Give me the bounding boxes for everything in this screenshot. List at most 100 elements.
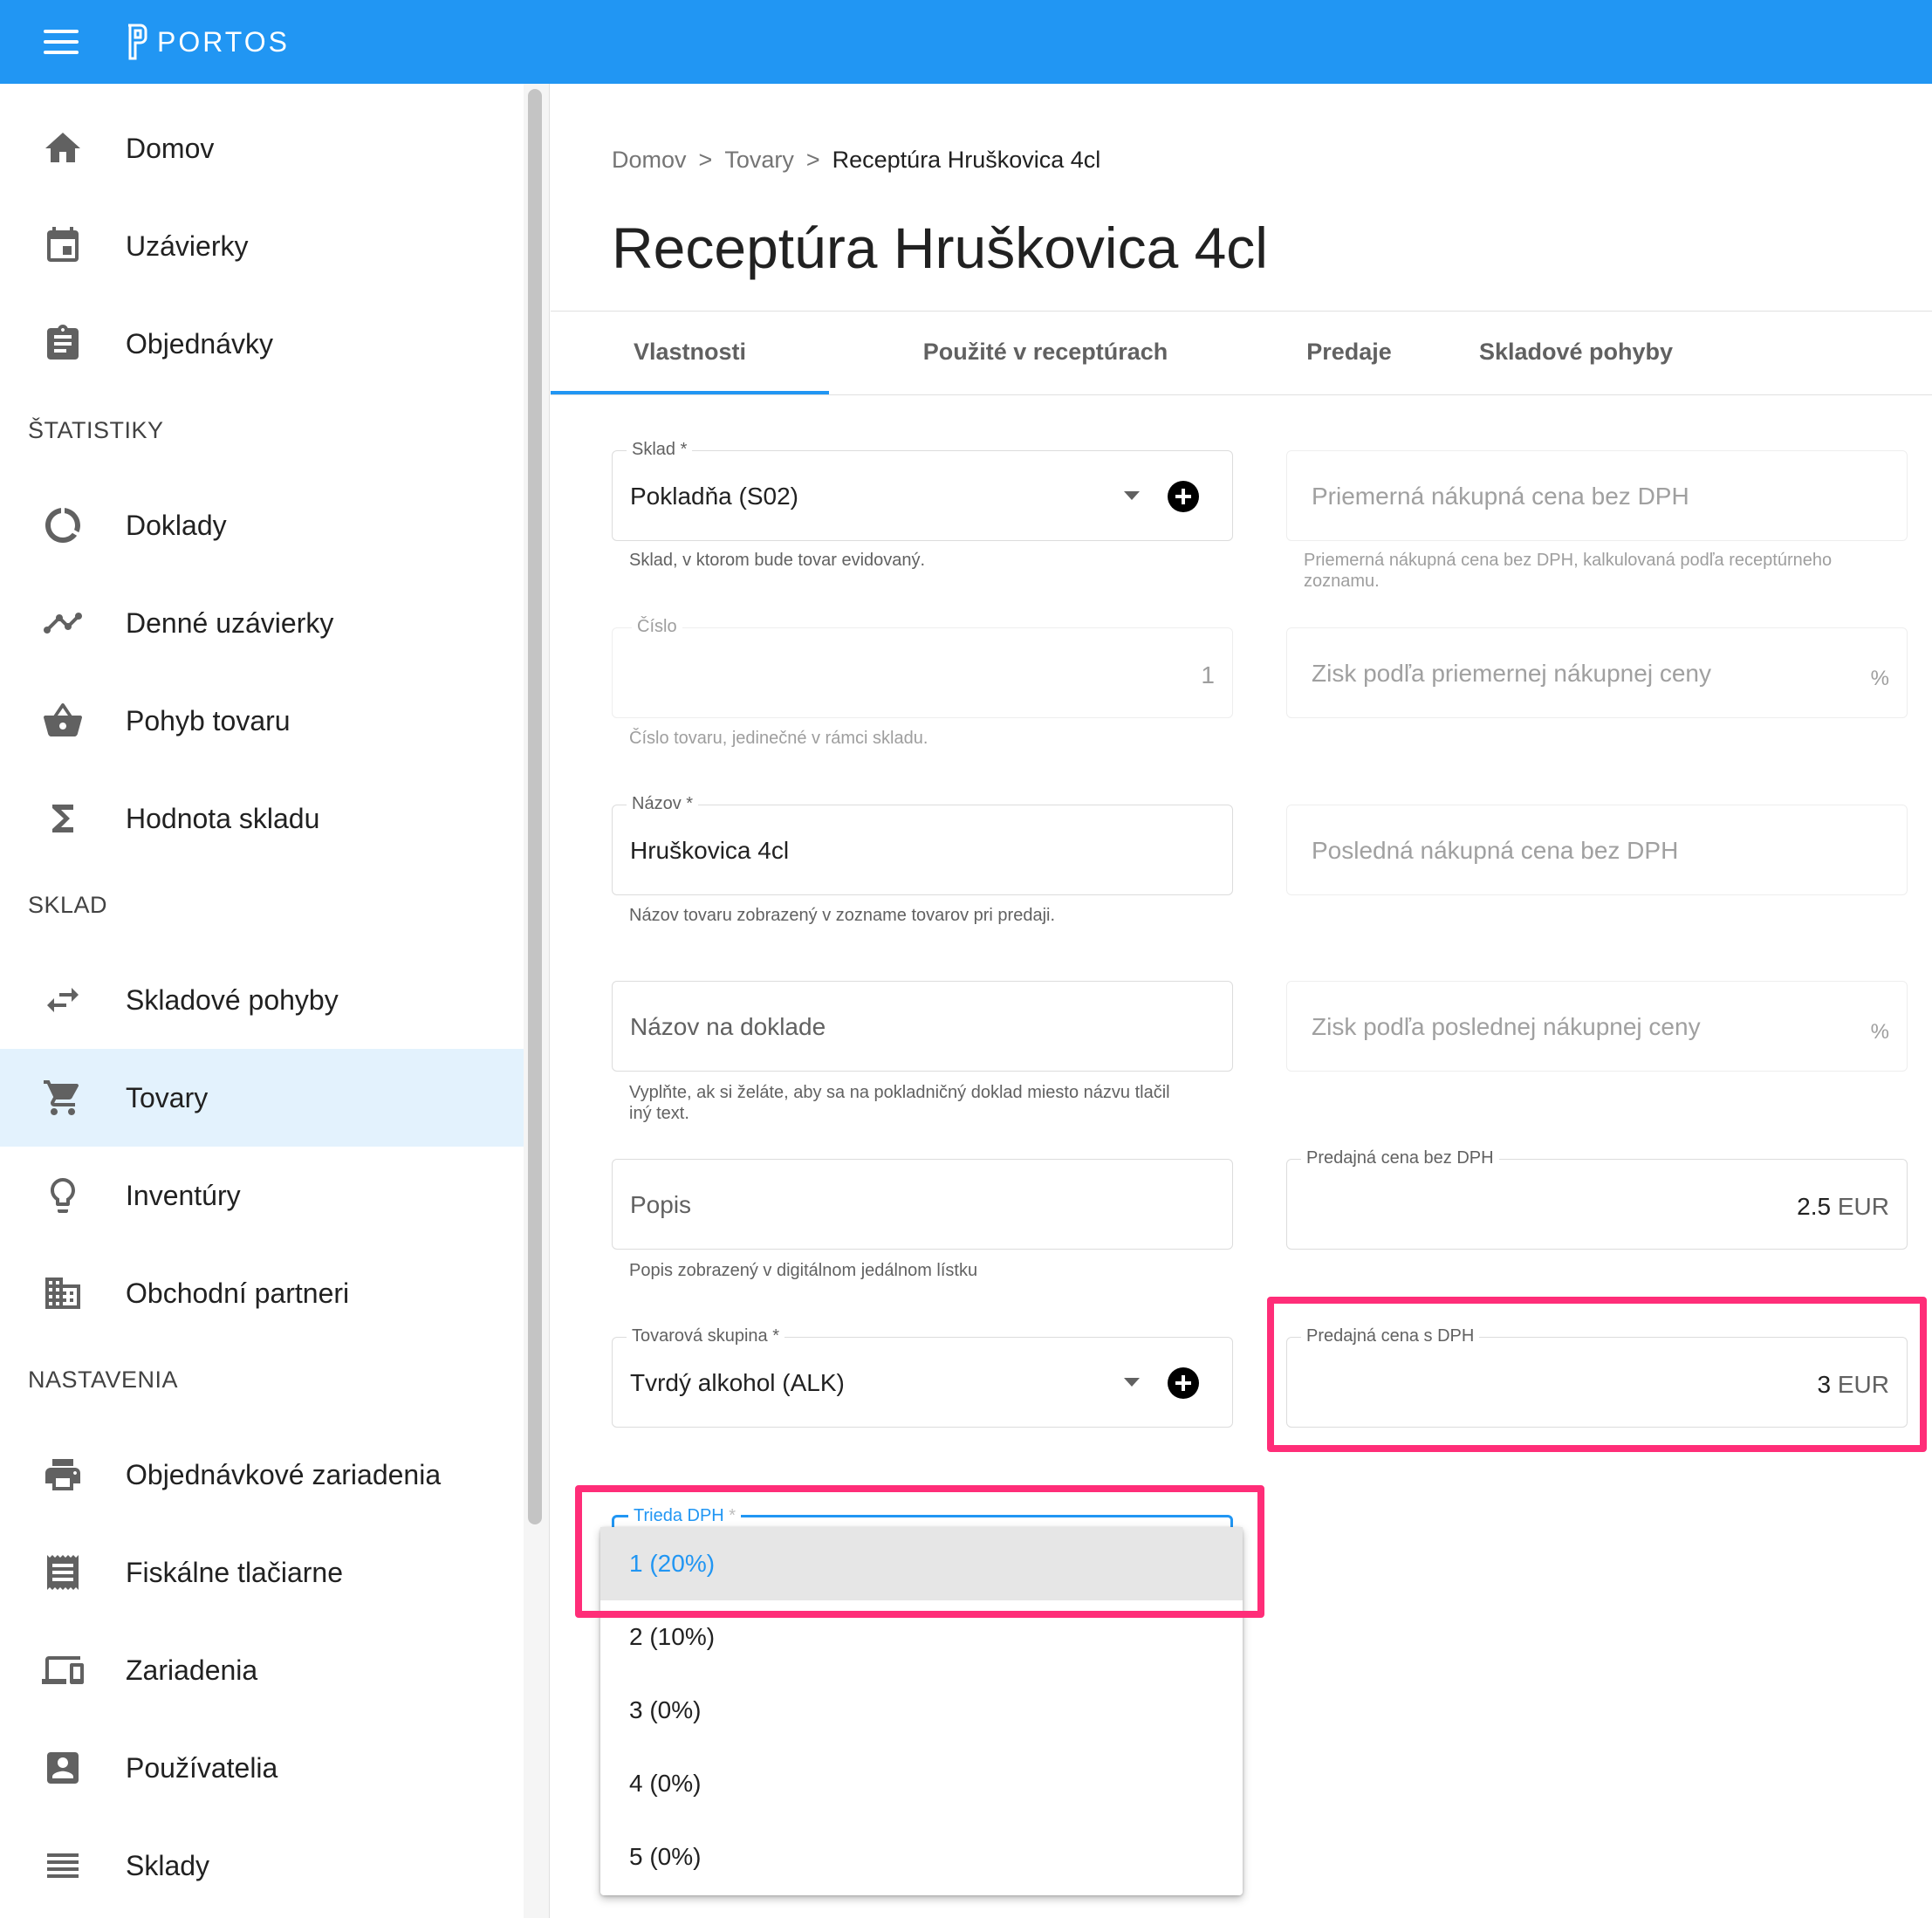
sidebar-item-label: Tovary bbox=[126, 1081, 209, 1113]
sidebar-item-inventury[interactable]: Inventúry bbox=[0, 1147, 524, 1244]
receipt-icon bbox=[42, 1552, 84, 1593]
nazov-input[interactable]: Názov * Hruškovica 4cl bbox=[612, 794, 1233, 895]
home-icon bbox=[42, 127, 84, 169]
breadcrumb-current: Receptúra Hruškovica 4cl bbox=[832, 147, 1101, 173]
vat-option-5[interactable]: 5 (0%) bbox=[600, 1820, 1243, 1894]
tab-predaje[interactable]: Predaje bbox=[1262, 311, 1436, 393]
vat-option-4[interactable]: 4 (0%) bbox=[600, 1747, 1243, 1820]
add-circle-icon[interactable] bbox=[1168, 481, 1199, 512]
trending-icon bbox=[42, 602, 84, 644]
posledna-nakupna-cena-field: Posledná nákupná cena bez DPH bbox=[1286, 805, 1908, 895]
sidebar-item-skladove-pohyby[interactable]: Skladové pohyby bbox=[0, 951, 524, 1049]
devices-icon bbox=[42, 1649, 84, 1691]
zisk-posledna-placeholder: Zisk podľa poslednej nákupnej ceny bbox=[1312, 1013, 1701, 1040]
sidebar-item-label: Objednávkové zariadenia bbox=[126, 1458, 442, 1490]
zisk-posledna-field: Zisk podľa poslednej nákupnej ceny % bbox=[1286, 981, 1908, 1072]
sidebar-item-hodnota-skladu[interactable]: Hodnota skladu bbox=[0, 770, 524, 867]
popis-input[interactable]: Popis bbox=[612, 1159, 1233, 1250]
predajna-cena-bez-dph-value: 2.5 EUR bbox=[1797, 1193, 1889, 1221]
nazov-label: Názov * bbox=[627, 794, 699, 814]
app-logo[interactable]: PORTOS bbox=[126, 19, 290, 65]
sidebar-item-domov[interactable]: Domov bbox=[0, 99, 524, 197]
sidebar-scrollbar-thumb[interactable] bbox=[528, 89, 542, 1524]
popis-placeholder: Popis bbox=[630, 1191, 692, 1218]
sidebar-item-label: Používatelia bbox=[126, 1751, 278, 1784]
predajna-cena-s-dph-input[interactable]: Predajná cena s DPH 3 EUR bbox=[1286, 1326, 1908, 1428]
hamburger-menu-icon[interactable] bbox=[44, 30, 79, 54]
sidebar-item-objednavky[interactable]: Objednávky bbox=[0, 295, 524, 393]
vat-class-dropdown-menu: 1 (20%) 2 (10%) 3 (0%) 4 (0%) 5 (0%) bbox=[600, 1527, 1243, 1895]
app-name: PORTOS bbox=[157, 25, 290, 58]
sidebar-item-label: Denné uzávierky bbox=[126, 606, 334, 639]
user-icon bbox=[42, 1747, 84, 1789]
donut-chart-icon bbox=[42, 504, 84, 546]
nazov-value: Hruškovica 4cl bbox=[630, 837, 790, 864]
predajna-cena-s-dph-value: 3 EUR bbox=[1818, 1371, 1889, 1399]
cislo-label: Číslo bbox=[632, 617, 682, 637]
sidebar-item-label: Pohyb tovaru bbox=[126, 704, 291, 736]
hint-line: Priemerná nákupná cena bez DPH, kalkulov… bbox=[1304, 551, 1833, 570]
sidebar-item-label: Doklady bbox=[126, 509, 227, 541]
chevron-down-icon[interactable] bbox=[1124, 491, 1140, 500]
lightbulb-icon bbox=[42, 1175, 84, 1216]
sidebar-item-zariadenia[interactable]: Zariadenia bbox=[0, 1621, 524, 1719]
price-value: 3 bbox=[1817, 1371, 1832, 1398]
tab-skladove-pohyby[interactable]: Skladové pohyby bbox=[1436, 311, 1716, 393]
sidebar-item-pouzivatelia[interactable]: Používatelia bbox=[0, 1719, 524, 1817]
sidebar-item-sklady[interactable]: Sklady bbox=[0, 1817, 524, 1915]
priemerna-nakupna-cena-field: Priemerná nákupná cena bez DPH bbox=[1286, 450, 1908, 541]
trieda-dph-label: Trieda DPH * bbox=[628, 1506, 742, 1526]
currency-unit: EUR bbox=[1837, 1371, 1889, 1398]
basket-icon bbox=[42, 700, 84, 742]
breadcrumb-home[interactable]: Domov bbox=[612, 147, 687, 174]
sidebar-item-fiskalne-tlaciarne[interactable]: Fiskálne tlačiarne bbox=[0, 1524, 524, 1621]
sklad-hint: Sklad, v ktorom bude tovar evidovaný. bbox=[629, 551, 926, 570]
sidebar-item-objednavkove-zariadenia[interactable]: Objednávkové zariadenia bbox=[0, 1426, 524, 1524]
sidebar-item-doklady[interactable]: Doklady bbox=[0, 476, 524, 574]
building-icon bbox=[42, 1272, 84, 1314]
sidebar-item-label: Skladové pohyby bbox=[126, 983, 339, 1016]
priemerna-nakupna-cena-hint: Priemerná nákupná cena bez DPH, kalkulov… bbox=[1304, 550, 1832, 592]
sidebar: Domov Uzávierky Objednávky ŠTATISTIKY Do… bbox=[0, 84, 524, 1918]
vat-option-3[interactable]: 3 (0%) bbox=[600, 1674, 1243, 1747]
popis-hint: Popis zobrazený v digitálnom jedálnom lí… bbox=[629, 1261, 978, 1280]
sidebar-item-label: Fiskálne tlačiarne bbox=[126, 1556, 343, 1588]
hint-line: Vyplňte, ak si želáte, aby sa na pokladn… bbox=[629, 1083, 1170, 1102]
tab-pouzite-v-recepturach[interactable]: Použité v receptúrach bbox=[829, 311, 1262, 393]
sidebar-item-label: Inventúry bbox=[126, 1179, 241, 1211]
cart-icon bbox=[42, 1077, 84, 1119]
sidebar-item-denne-uzavierky[interactable]: Denné uzávierky bbox=[0, 574, 524, 672]
sidebar-item-uzavierky[interactable]: Uzávierky bbox=[0, 197, 524, 295]
predajna-cena-bez-dph-input[interactable]: Predajná cena bez DPH 2.5 EUR bbox=[1286, 1148, 1908, 1250]
predajna-cena-s-dph-label: Predajná cena s DPH bbox=[1301, 1326, 1480, 1346]
cislo-value: 1 bbox=[1201, 661, 1215, 688]
breadcrumb-goods[interactable]: Tovary bbox=[724, 147, 794, 174]
tovarova-skupina-select[interactable]: Tovarová skupina * Tvrdý alkohol (ALK) bbox=[612, 1326, 1233, 1428]
breadcrumb-separator: > bbox=[805, 147, 820, 173]
tovarova-skupina-value: Tvrdý alkohol (ALK) bbox=[630, 1369, 845, 1396]
sidebar-section-stats: ŠTATISTIKY bbox=[28, 417, 164, 443]
page-title: Receptúra Hruškovica 4cl bbox=[612, 216, 1268, 280]
priemerna-nakupna-cena-placeholder: Priemerná nákupná cena bez DPH bbox=[1312, 483, 1689, 510]
sidebar-item-obchodni-partneri[interactable]: Obchodní partneri bbox=[0, 1244, 524, 1342]
sidebar-item-label: Uzávierky bbox=[126, 229, 249, 262]
sklad-label: Sklad * bbox=[627, 440, 693, 460]
vat-option-1[interactable]: 1 (20%) bbox=[600, 1527, 1243, 1600]
sklad-select[interactable]: Sklad * Pokladňa (S02) bbox=[612, 440, 1233, 541]
price-value: 2.5 bbox=[1797, 1193, 1832, 1220]
nazov-na-doklade-input[interactable]: Názov na doklade bbox=[612, 981, 1233, 1072]
sidebar-item-label: Domov bbox=[126, 132, 215, 164]
zisk-priemerna-placeholder: Zisk podľa priemernej nákupnej ceny bbox=[1312, 660, 1711, 687]
sidebar-item-tovary[interactable]: Tovary bbox=[0, 1049, 524, 1147]
currency-unit: EUR bbox=[1837, 1193, 1889, 1220]
tab-vlastnosti[interactable]: Vlastnosti bbox=[551, 311, 829, 393]
chevron-down-icon[interactable] bbox=[1124, 1378, 1140, 1387]
sidebar-item-pohyb-tovaru[interactable]: Pohyb tovaru bbox=[0, 672, 524, 770]
sidebar-item-label: Obchodní partneri bbox=[126, 1277, 350, 1309]
portos-logo-icon bbox=[128, 24, 147, 60]
sidebar-item-label: Sklady bbox=[126, 1849, 210, 1881]
hint-line: iný text. bbox=[629, 1104, 689, 1123]
posledna-nakupna-cena-placeholder: Posledná nákupná cena bez DPH bbox=[1312, 837, 1679, 864]
vat-option-2[interactable]: 2 (10%) bbox=[600, 1600, 1243, 1674]
add-circle-icon[interactable] bbox=[1168, 1367, 1199, 1399]
